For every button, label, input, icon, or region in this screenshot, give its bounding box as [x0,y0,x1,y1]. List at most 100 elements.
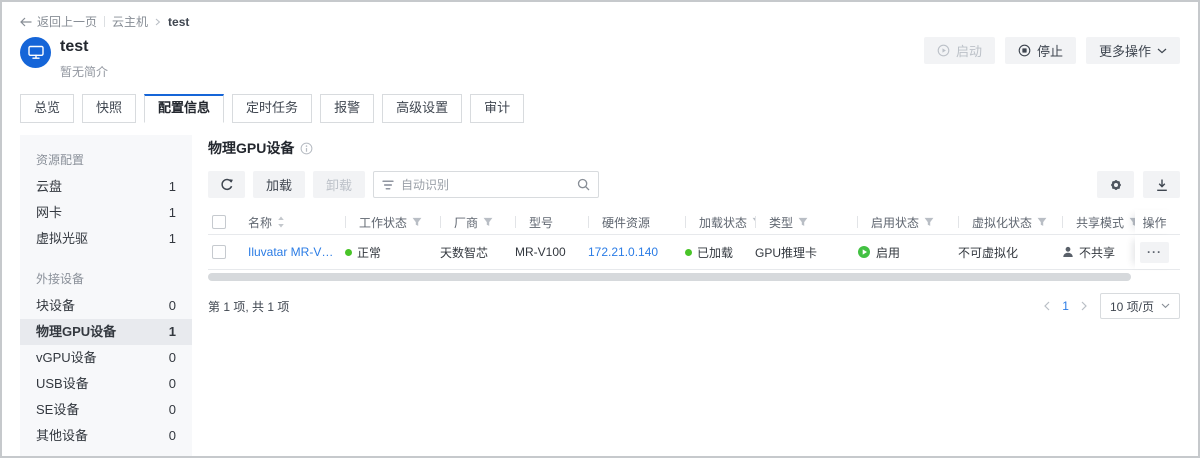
enable-status-text: 启用 [876,244,900,261]
tab-snapshot[interactable]: 快照 [82,94,136,123]
sidebar-item-label: 块设备 [36,299,75,313]
stop-button[interactable]: 停止 [1005,37,1076,64]
sidebar-item-usb[interactable]: USB设备 0 [20,371,192,397]
search-icon[interactable] [577,178,590,191]
gpu-name-link[interactable]: Iluvatar MR-V100_... [248,245,339,259]
filter-icon[interactable] [412,217,422,227]
sidebar-item-count: 1 [169,206,176,220]
model-text: MR-V100 [515,245,566,259]
filter-lines-icon [382,180,394,190]
row-checkbox[interactable] [212,245,226,259]
prev-page-button[interactable] [1043,301,1050,311]
sort-icon[interactable] [277,216,285,228]
cell-virtualization-status: 不可虚拟化 [958,244,1062,261]
tab-audit[interactable]: 审计 [470,94,524,123]
page-size-value: 10 项/页 [1110,298,1154,315]
sidebar-item-block-device[interactable]: 块设备 0 [20,293,192,319]
more-actions-label: 更多操作 [1099,41,1151,60]
sidebar-item-virtual-cdrom[interactable]: 虚拟光驱 1 [20,226,192,252]
chevron-down-icon [1157,48,1167,54]
sidebar-item-nic[interactable]: 网卡 1 [20,200,192,226]
hardware-resource-link[interactable]: 172.21.0.140 [588,245,658,259]
cell-work-status: 正常 [345,244,440,261]
sidebar-section-resource-config: 资源配置 [20,143,192,174]
refresh-button[interactable] [208,171,245,198]
sidebar-item-count: 1 [169,180,176,194]
toolbar-right [1097,171,1180,198]
unload-label: 卸载 [326,175,352,194]
page-number-current[interactable]: 1 [1062,299,1069,313]
next-page-button[interactable] [1081,301,1088,311]
back-label: 返回上一页 [37,13,97,30]
header-load-status: 加载状态 [685,214,755,231]
header-label: 共享模式 [1076,214,1124,231]
tab-bar: 总览 快照 配置信息 定时任务 报警 高级设置 审计 [2,80,1198,123]
chevron-right-icon [155,18,161,26]
column-separator [685,216,686,228]
type-text: GPU推理卡 [755,244,817,261]
sidebar-item-label: USB设备 [36,377,89,391]
sidebar-item-se[interactable]: SE设备 0 [20,397,192,423]
search-input[interactable] [401,178,570,192]
sidebar-item-count: 0 [169,377,176,391]
start-button[interactable]: 启动 [924,37,995,64]
horizontal-scrollbar [208,273,1180,281]
tab-config-info[interactable]: 配置信息 [144,94,224,123]
sidebar: 资源配置 云盘 1 网卡 1 虚拟光驱 1 外接设备 块设备 0 物理GPU设备… [20,135,192,456]
info-icon[interactable] [300,142,313,155]
header-label: 虚拟化状态 [972,214,1032,231]
vm-detail-page: 返回上一页 云主机 test test 暂无简介 [0,0,1200,458]
breadcrumb-item-current: test [168,15,189,29]
column-separator [515,216,516,228]
sidebar-item-label: 云盘 [36,180,62,194]
back-link[interactable]: 返回上一页 [20,13,97,30]
gear-icon [1109,178,1123,192]
header-label: 型号 [529,214,553,231]
sidebar-item-cloud-disk[interactable]: 云盘 1 [20,174,192,200]
sidebar-item-count: 0 [169,403,176,417]
cell-load-status: 已加载 [685,244,755,261]
sidebar-item-vgpu[interactable]: vGPU设备 0 [20,345,192,371]
person-icon [1062,246,1074,258]
sidebar-item-count: 1 [169,232,176,246]
cell-actions: ··· [1135,235,1180,269]
page-header: test 暂无简介 启动 停止 更多操作 [2,30,1198,80]
filter-icon[interactable] [1037,217,1047,227]
column-separator [755,216,756,228]
sidebar-item-label: 网卡 [36,206,62,220]
filter-icon[interactable] [798,217,808,227]
column-separator [440,216,441,228]
cell-vendor: 天数智芯 [440,244,515,261]
row-more-button[interactable]: ··· [1140,242,1169,263]
filter-icon[interactable] [924,217,934,227]
main-heading: 物理GPU设备 [208,138,1180,158]
tab-advanced-settings[interactable]: 高级设置 [382,94,462,123]
page-size-select[interactable]: 10 项/页 [1100,293,1180,319]
tab-alerts[interactable]: 报警 [320,94,374,123]
toolbar: 加载 卸载 [208,171,1180,198]
sidebar-section-external-devices: 外接设备 [20,262,192,293]
select-all-checkbox[interactable] [212,215,226,229]
more-actions-button[interactable]: 更多操作 [1086,37,1180,64]
pagination: 1 10 项/页 [1043,293,1180,319]
sidebar-item-physical-gpu[interactable]: 物理GPU设备 1 [20,319,192,345]
header-virtualization-status: 虚拟化状态 [958,214,1062,231]
start-label: 启动 [956,41,982,60]
tab-scheduled-tasks[interactable]: 定时任务 [232,94,312,123]
column-settings-button[interactable] [1097,171,1134,198]
sidebar-item-other-devices[interactable]: 其他设备 0 [20,423,192,449]
export-button[interactable] [1143,171,1180,198]
column-separator [1062,216,1063,228]
unload-button[interactable]: 卸载 [313,171,365,198]
load-button[interactable]: 加载 [253,171,305,198]
column-separator [857,216,858,228]
scrollbar-thumb[interactable] [208,273,1131,281]
share-mode-text: 不共享 [1079,244,1115,261]
filter-icon[interactable] [483,217,493,227]
header-label: 加载状态 [699,214,747,231]
header-enable-status: 启用状态 [857,214,958,231]
sidebar-gap [20,252,192,262]
breadcrumb-item-vm[interactable]: 云主机 [112,13,148,30]
section-title: 物理GPU设备 [208,138,294,158]
tab-overview[interactable]: 总览 [20,94,74,123]
